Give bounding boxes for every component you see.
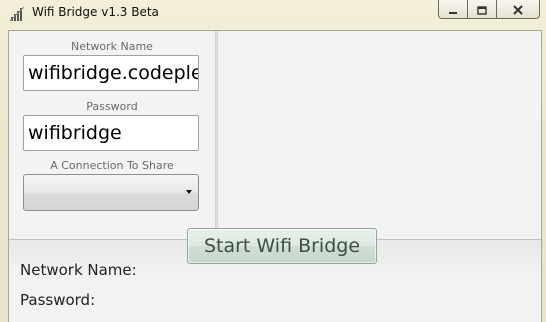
- window-title: Wifi Bridge v1.3 Beta: [32, 5, 159, 19]
- connection-select[interactable]: [23, 174, 199, 211]
- client-area: Network Name wifibridge.codeplex Passwor…: [8, 30, 542, 322]
- app-window: Wifi Bridge v1.3 Beta Network Name wifib…: [0, 0, 546, 322]
- settings-panel: Network Name wifibridge.codeplex Passwor…: [9, 31, 215, 239]
- status-password: Password:: [20, 291, 96, 309]
- network-name-label: Network Name: [71, 40, 153, 53]
- close-button[interactable]: [497, 0, 540, 19]
- password-label: Password: [86, 100, 138, 113]
- minimize-icon: [448, 0, 458, 19]
- minimize-button[interactable]: [438, 0, 468, 19]
- title-bar[interactable]: Wifi Bridge v1.3 Beta: [0, 0, 546, 26]
- status-network-name: Network Name:: [20, 261, 137, 279]
- start-wifi-bridge-button[interactable]: Start Wifi Bridge: [187, 228, 377, 264]
- caption-buttons: [438, 0, 540, 21]
- clients-panel: [218, 31, 541, 239]
- wifi-signal-icon: [9, 6, 26, 22]
- maximize-icon: [477, 0, 487, 19]
- maximize-button[interactable]: [468, 0, 497, 19]
- chevron-down-icon: [186, 190, 192, 194]
- connection-label: A Connection To Share: [50, 159, 174, 172]
- close-icon: [512, 0, 524, 19]
- password-field[interactable]: wifibridge: [23, 115, 199, 151]
- network-name-field[interactable]: wifibridge.codeplex: [23, 55, 199, 91]
